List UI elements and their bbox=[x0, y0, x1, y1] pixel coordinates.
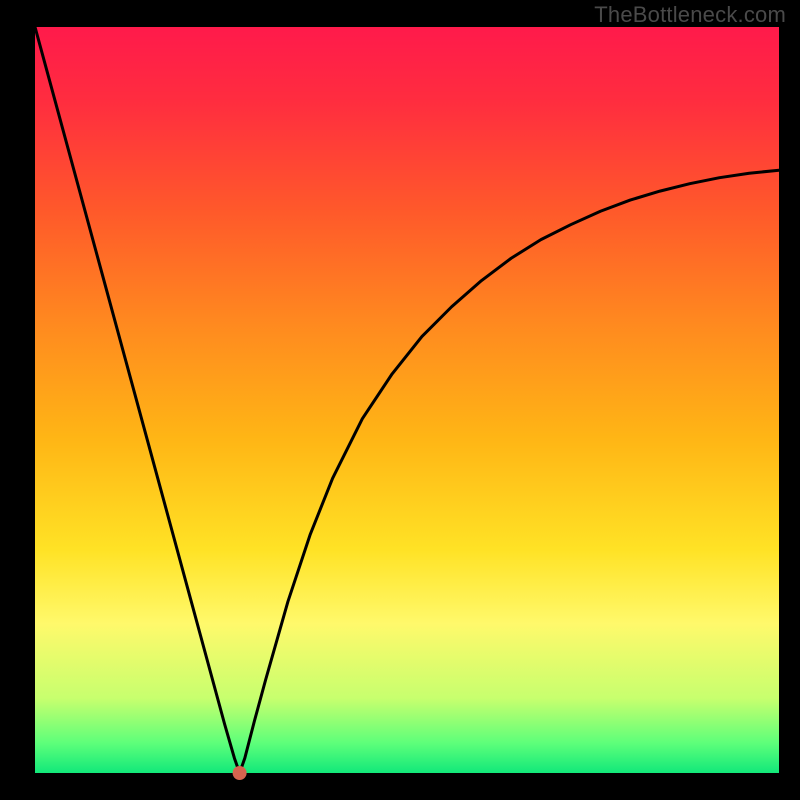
attribution-label: TheBottleneck.com bbox=[594, 2, 786, 28]
bottleneck-chart: TheBottleneck.com bbox=[0, 0, 800, 800]
chart-svg bbox=[0, 0, 800, 800]
plot-area bbox=[35, 27, 779, 773]
optimum-marker bbox=[233, 766, 247, 780]
